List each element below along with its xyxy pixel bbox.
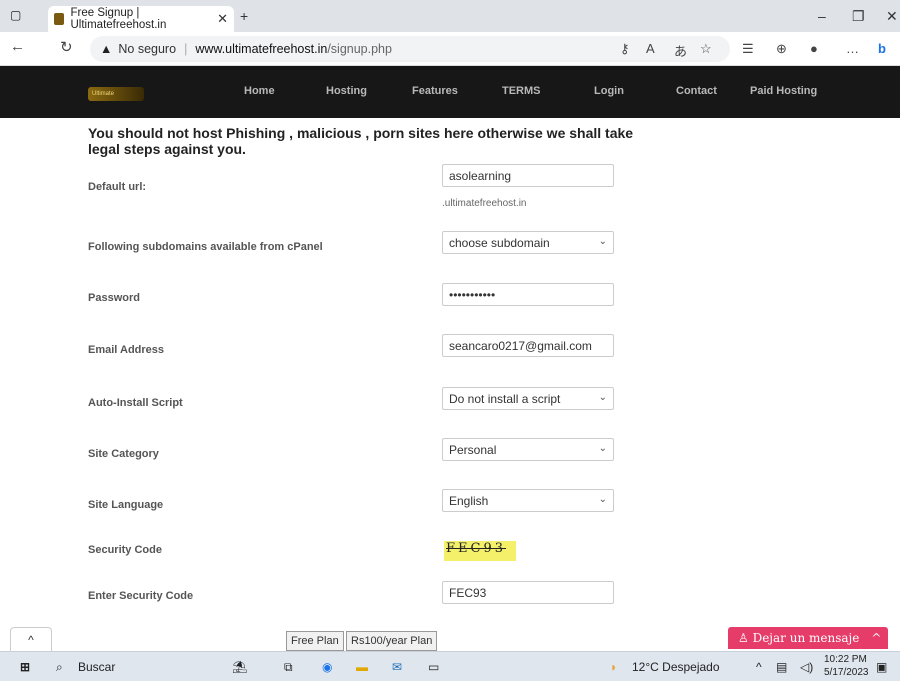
nav-features[interactable]: Features: [412, 85, 458, 97]
warning-icon: ▲: [100, 42, 113, 56]
script-value: Do not install a script: [449, 391, 561, 406]
scroll-up-icon[interactable]: ^: [10, 627, 52, 651]
tray-expand-icon[interactable]: ^: [756, 660, 762, 674]
notifications-icon[interactable]: ▣: [876, 660, 887, 674]
chevron-down-icon: ⌄: [598, 392, 607, 403]
reload-icon[interactable]: ↻: [60, 38, 73, 56]
script-label: Auto-Install Script: [88, 397, 183, 409]
search-icon[interactable]: ⌕: [56, 660, 63, 675]
nav-contact[interactable]: Contact: [676, 85, 717, 97]
tab-actions-icon[interactable]: ▢: [10, 8, 21, 22]
security-code-label: Security Code: [88, 544, 162, 556]
back-icon[interactable]: ←: [10, 38, 25, 55]
site-favicon-icon: [54, 13, 65, 25]
subdomain-value: choose subdomain: [449, 235, 550, 250]
nav-login[interactable]: Login: [594, 85, 624, 97]
default-url-label: Default url:: [88, 181, 147, 193]
language-select[interactable]: English ⌄: [442, 489, 614, 512]
taskbar-search[interactable]: Buscar: [78, 660, 115, 674]
url-field[interactable]: ▲ No seguro | www.ultimatefreehost.in/si…: [90, 36, 730, 62]
clock-date[interactable]: 5/17/2023: [824, 667, 869, 678]
chevron-down-icon: ⌄: [598, 236, 607, 247]
weather-text[interactable]: 12°C Despejado: [632, 660, 720, 674]
bing-icon[interactable]: b: [878, 41, 886, 56]
volume-icon[interactable]: ◁): [800, 660, 813, 674]
more-icon[interactable]: …: [846, 41, 859, 56]
key-icon[interactable]: ⚷: [620, 41, 630, 57]
collections-icon[interactable]: ⊕: [776, 41, 787, 57]
chat-label: Dejar un mensaje: [752, 631, 860, 645]
email-label: Email Address: [88, 344, 165, 356]
chevron-down-icon: ⌄: [598, 443, 607, 454]
network-icon[interactable]: ▤: [776, 660, 787, 674]
policy-notice: You should not host Phishing , malicious…: [88, 125, 634, 157]
script-select[interactable]: Do not install a script ⌄: [442, 387, 614, 410]
windows-taskbar: ⊞ ⌕ Buscar ⛱ ⧉ ◉ ▬ ✉ ▭ ◗ 12°C Despejado …: [0, 651, 900, 681]
paid-plan-button[interactable]: Rs100/year Plan: [346, 631, 438, 651]
terminal-icon[interactable]: ▭: [428, 660, 439, 674]
site-navbar: Ultimate Home Hosting Features TERMS Log…: [0, 66, 900, 118]
clock-time[interactable]: 10:22 PM: [824, 654, 867, 665]
subdomain-label: Following subdomains available from cPan…: [88, 241, 323, 253]
language-value: English: [449, 493, 489, 508]
domain-suffix: .ultimatefreehost.in: [442, 198, 527, 209]
enter-code-label: Enter Security Code: [88, 590, 194, 602]
subdomain-select[interactable]: choose subdomain ⌄: [442, 231, 614, 254]
translate-icon[interactable]: あ: [674, 41, 687, 60]
weather-icon: ◗: [610, 660, 618, 674]
security-status: No seguro: [118, 42, 177, 56]
chat-widget-button[interactable]: ♙ Dejar un mensaje ^: [728, 627, 888, 649]
new-tab-icon[interactable]: +: [240, 8, 248, 24]
nav-paid-hosting[interactable]: Paid Hosting: [750, 85, 817, 97]
email-input[interactable]: seancaro0217@gmail.com: [442, 334, 614, 357]
browser-tab[interactable]: Free Signup | Ultimatefreehost.in ✕: [48, 6, 234, 32]
nav-terms[interactable]: TERMS: [502, 85, 541, 97]
edge-icon[interactable]: ◉: [322, 660, 332, 674]
chevron-down-icon: ⌄: [598, 494, 607, 505]
favorite-icon[interactable]: ☆: [700, 41, 712, 57]
security-code-input[interactable]: FEC93: [442, 581, 614, 604]
file-explorer-icon[interactable]: ▬: [356, 660, 368, 674]
site-logo[interactable]: Ultimate: [88, 87, 144, 101]
category-label: Site Category: [88, 448, 159, 460]
minimize-icon[interactable]: –: [818, 8, 826, 24]
weather-widget-icon[interactable]: ⛱: [232, 660, 247, 674]
chevron-up-icon: ^: [871, 631, 882, 645]
read-aloud-icon[interactable]: A: [646, 41, 655, 56]
password-label: Password: [88, 292, 140, 304]
favorites-list-icon[interactable]: ☰: [742, 41, 754, 57]
captcha-image: FEC93: [444, 541, 516, 561]
free-plan-button[interactable]: Free Plan: [286, 631, 344, 651]
windows-start-icon[interactable]: ⊞: [20, 660, 30, 674]
bottom-strip: ^ Free Plan Rs100/year Plan ♙ Dejar un m…: [0, 627, 900, 651]
category-select[interactable]: Personal ⌄: [442, 438, 614, 461]
language-label: Site Language: [88, 499, 164, 511]
task-view-icon[interactable]: ⧉: [284, 660, 293, 675]
default-url-input[interactable]: asolearning: [442, 164, 614, 187]
category-value: Personal: [449, 442, 497, 457]
close-tab-icon[interactable]: ✕: [217, 11, 228, 27]
nav-hosting[interactable]: Hosting: [326, 85, 367, 97]
address-bar-row: ← ↻ ▲ No seguro | www.ultimatefreehost.i…: [0, 32, 900, 66]
tab-title: Free Signup | Ultimatefreehost.in: [70, 7, 167, 31]
browser-tab-bar: ▢ Free Signup | Ultimatefreehost.in ✕ + …: [0, 0, 900, 32]
profile-icon[interactable]: ●: [810, 41, 818, 56]
nav-home[interactable]: Home: [244, 85, 275, 97]
mail-icon[interactable]: ✉: [392, 660, 402, 674]
url-domain: www.ultimatefreehost.in: [195, 42, 328, 56]
close-window-icon[interactable]: ✕: [886, 8, 898, 25]
user-icon: ♙: [738, 631, 753, 645]
url-path: /signup.php: [327, 42, 392, 56]
restore-icon[interactable]: ❐: [852, 8, 865, 25]
password-input[interactable]: •••••••••••: [442, 283, 614, 306]
